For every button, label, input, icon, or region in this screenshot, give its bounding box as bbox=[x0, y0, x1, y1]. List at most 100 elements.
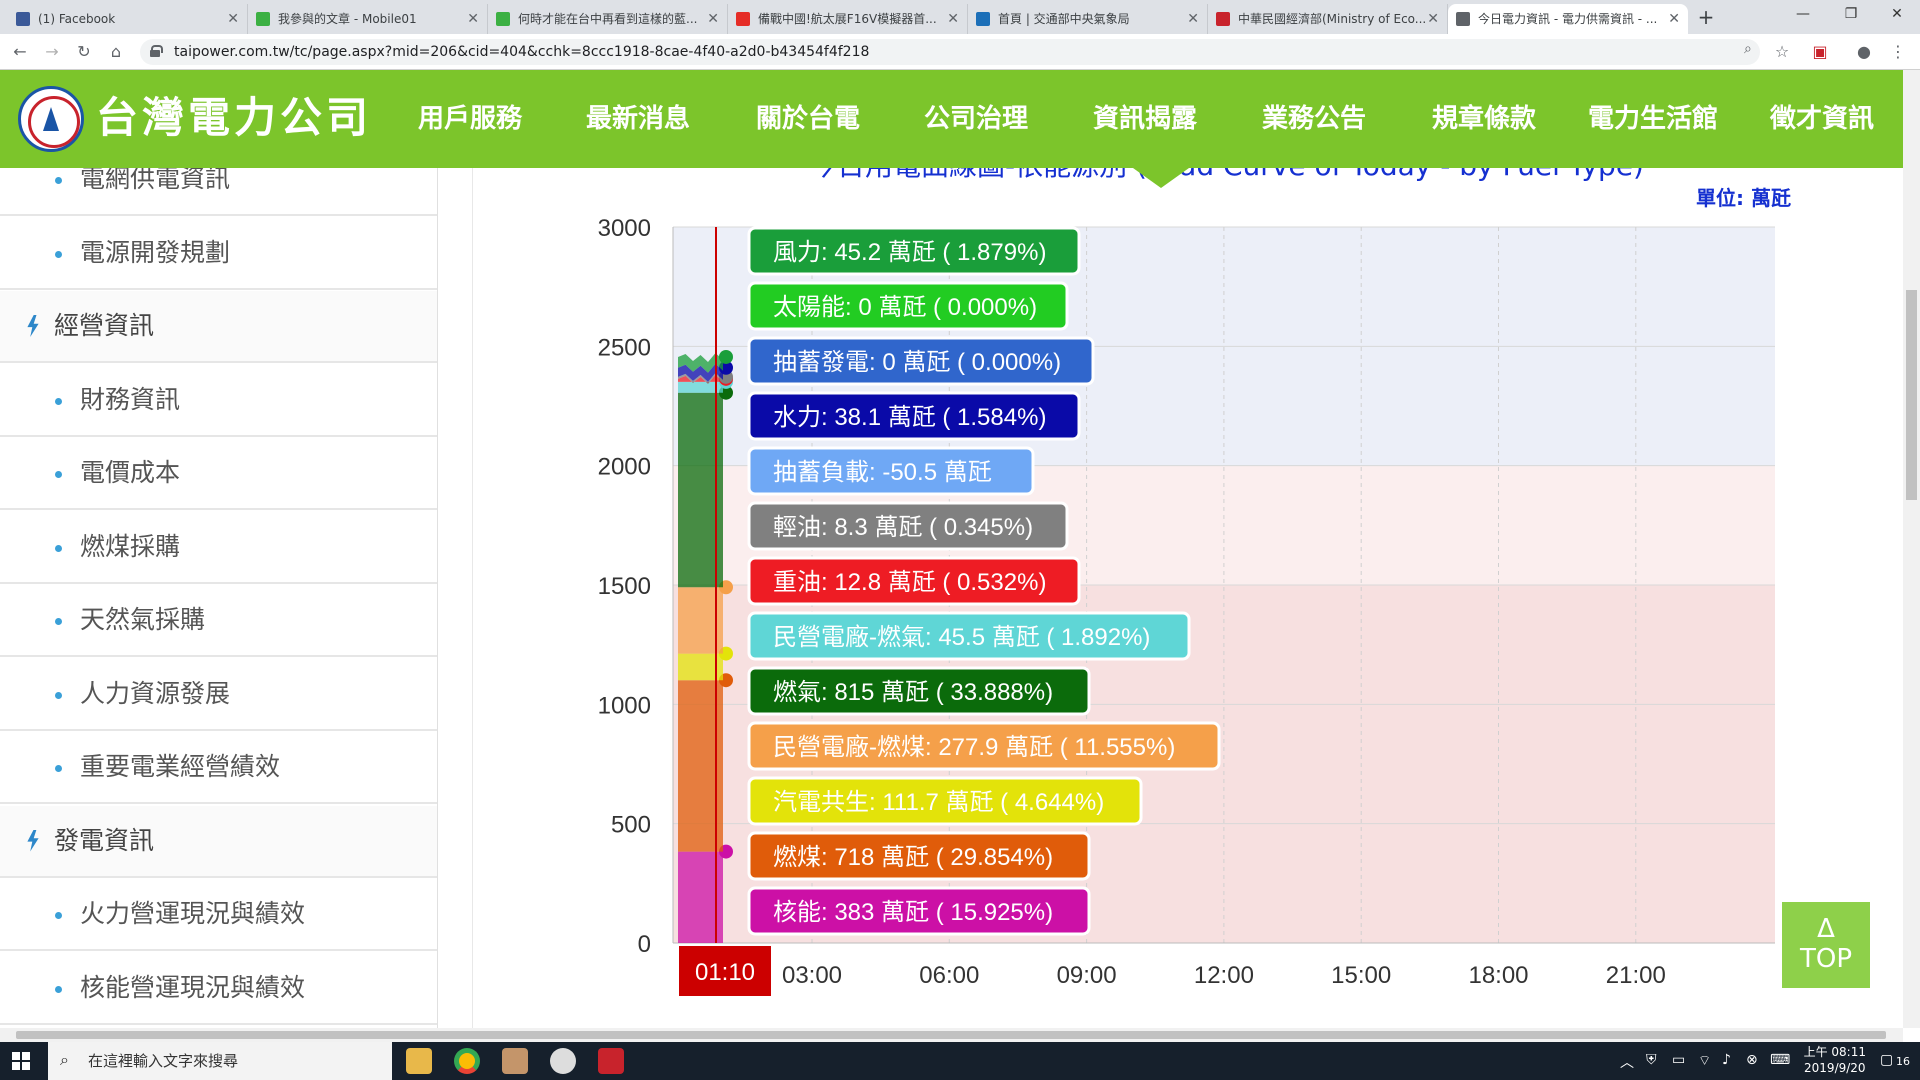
chrome-icon[interactable] bbox=[454, 1048, 480, 1074]
nav-item[interactable]: 關於台電 bbox=[756, 70, 860, 168]
tray-chevron-icon[interactable]: ︿ bbox=[1620, 1052, 1634, 1072]
nav-item[interactable]: 電力生活館 bbox=[1588, 70, 1718, 168]
favicon-icon bbox=[16, 12, 30, 26]
sidebar-item[interactable]: 天然氣採購 bbox=[0, 585, 437, 657]
tooltip-entry-label: 太陽能: 0 萬瓩 ( 0.000%) bbox=[773, 294, 1037, 321]
tooltip-entry-label: 燃煤: 718 萬瓩 ( 29.854%) bbox=[773, 844, 1053, 871]
back-to-top-button[interactable]: Δ TOP bbox=[1782, 902, 1870, 988]
extension-icon[interactable]: ▣ bbox=[1808, 40, 1832, 64]
lightning-icon bbox=[27, 829, 39, 852]
home-button[interactable]: ⌂ bbox=[104, 40, 128, 64]
nav-item[interactable]: 資訊揭露 bbox=[1093, 70, 1197, 168]
tray-battery-icon[interactable]: ▭ bbox=[1672, 1052, 1685, 1068]
back-button[interactable]: ← bbox=[8, 40, 32, 64]
tray-volume-icon[interactable]: ♪ bbox=[1722, 1052, 1731, 1068]
sidebar-item[interactable]: 燃煤採購 bbox=[0, 512, 437, 584]
favicon-icon bbox=[736, 12, 750, 26]
tab-close-icon[interactable]: ✕ bbox=[227, 4, 239, 34]
restore-button[interactable]: ❐ bbox=[1828, 0, 1874, 30]
browser-tab[interactable]: 首頁 | 交通部中央氣象局 ✕ bbox=[968, 4, 1208, 34]
sidebar-item-label: 發電資訊 bbox=[54, 825, 155, 855]
sidebar-item[interactable]: 電價成本 bbox=[0, 438, 437, 510]
nav-item[interactable]: 規章條款 bbox=[1432, 70, 1536, 168]
x-tick-label: 09:00 bbox=[1057, 962, 1117, 989]
tab-close-icon[interactable]: ✕ bbox=[707, 4, 719, 34]
page-vertical-scroll-thumb[interactable] bbox=[1906, 290, 1917, 500]
load-curve-chart[interactable]: 0 500 1000 1500 2000 2500 3000 03:00 06:00 09:00 1… bbox=[473, 168, 1903, 1028]
sidebar-section-header[interactable]: 經營資訊 bbox=[0, 291, 437, 363]
file-explorer-icon[interactable] bbox=[406, 1048, 432, 1074]
tab-title: 備戰中國!航太展F16V模擬器首... bbox=[758, 12, 937, 26]
browser-tab-bar: (1) Facebook ✕ 我參與的文章 - Mobile01 ✕ 何時才能在台中再看… bbox=[0, 0, 1920, 34]
clock-date: 2019/9/20 bbox=[1804, 1061, 1866, 1075]
nav-item[interactable]: 用戶服務 bbox=[418, 70, 522, 168]
reload-button[interactable]: ↻ bbox=[72, 40, 96, 64]
site-brand[interactable]: 台灣電力公司 bbox=[96, 90, 372, 146]
drive-icon[interactable] bbox=[550, 1048, 576, 1074]
menu-kebab-icon[interactable]: ⋮ bbox=[1886, 40, 1910, 64]
windows-start-icon[interactable] bbox=[12, 1052, 30, 1070]
tab-close-icon[interactable]: ✕ bbox=[1427, 4, 1439, 34]
tab-title: 中華民國經濟部(Ministry of Eco... bbox=[1238, 12, 1427, 26]
browser-tab[interactable]: (1) Facebook ✕ bbox=[8, 4, 248, 34]
zoom-icon[interactable]: ⌕ bbox=[1744, 41, 1752, 57]
sidebar-item-label: 電網供電資訊 bbox=[80, 168, 231, 193]
sidebar-item[interactable]: 火力營運現況與績效 bbox=[0, 879, 437, 951]
browser-tab[interactable]: 我參與的文章 - Mobile01 ✕ bbox=[248, 4, 488, 34]
nav-item[interactable]: 徵才資訊 bbox=[1770, 70, 1874, 168]
new-tab-button[interactable]: + bbox=[1692, 4, 1720, 32]
taskbar-search-box[interactable]: ⌕ 在這裡輸入文字來搜尋 bbox=[48, 1042, 392, 1080]
tooltip-entry-label: 風力: 45.2 萬瓩 ( 1.879%) bbox=[773, 239, 1046, 266]
clock-time: 上午 08:11 bbox=[1803, 1045, 1866, 1059]
favicon-icon bbox=[1216, 12, 1230, 26]
x-tick-label: 21:00 bbox=[1606, 962, 1666, 989]
sidebar-item[interactable]: 財務資訊 bbox=[0, 365, 437, 437]
app-icon[interactable] bbox=[502, 1048, 528, 1074]
tab-close-icon[interactable]: ✕ bbox=[1187, 4, 1199, 34]
notification-count: 16 bbox=[1896, 1055, 1910, 1068]
browser-tab[interactable]: 中華民國經濟部(Ministry of Eco... ✕ bbox=[1208, 4, 1448, 34]
nav-item[interactable]: 最新消息 bbox=[586, 70, 690, 168]
url-text: taipower.com.tw/tc/page.aspx?mid=206&cid… bbox=[174, 44, 870, 60]
sidebar: 電網供電資訊電源開發規劃 經營資訊 財務資訊 電價成本 燃煤採購 天然氣採購 人力資源發展重… bbox=[0, 168, 438, 1028]
app-red-icon[interactable] bbox=[598, 1048, 624, 1074]
browser-tab[interactable]: 何時才能在台中再看到這樣的藍... ✕ bbox=[488, 4, 728, 34]
minimize-button[interactable]: — bbox=[1780, 0, 1826, 30]
tab-close-icon[interactable]: ✕ bbox=[1668, 4, 1680, 34]
forward-button[interactable]: → bbox=[40, 40, 64, 64]
nav-item[interactable]: 公司治理 bbox=[924, 70, 1028, 168]
url-field[interactable]: taipower.com.tw/tc/page.aspx?mid=206&cid… bbox=[140, 39, 1760, 65]
lightning-icon bbox=[27, 315, 39, 337]
tray-network-icon[interactable]: ⌔ bbox=[1698, 1052, 1711, 1070]
sidebar-item[interactable]: 重要電業經營績效 bbox=[0, 732, 437, 804]
tray-close-circle-icon[interactable]: ⊗ bbox=[1746, 1052, 1758, 1068]
tab-close-icon[interactable]: ✕ bbox=[467, 4, 479, 34]
browser-tab[interactable]: 今日電力資訊 - 電力供需資訊 - ... ✕ bbox=[1448, 4, 1688, 34]
taskbar-clock[interactable]: 上午 08:11 2019/9/20 bbox=[1804, 1044, 1866, 1076]
nav-item[interactable]: 業務公告 bbox=[1262, 70, 1366, 168]
sidebar-section-header[interactable]: 發電資訊 bbox=[0, 805, 437, 878]
x-tick-label: 06:00 bbox=[919, 962, 979, 989]
sidebar-item[interactable]: 人力資源發展 bbox=[0, 659, 437, 731]
x-tick-label: 15:00 bbox=[1331, 962, 1391, 989]
tray-keyboard-icon[interactable]: ⌨ bbox=[1770, 1052, 1790, 1068]
sidebar-item[interactable]: 核能營運現況與績效 bbox=[0, 953, 437, 1025]
taipower-logo[interactable] bbox=[18, 86, 84, 152]
profile-avatar-icon[interactable]: ● bbox=[1852, 40, 1876, 64]
sidebar-item-label: 火力營運現況與績效 bbox=[80, 899, 306, 928]
page-horizontal-scroll-thumb[interactable] bbox=[16, 1031, 1886, 1039]
bookmark-star-icon[interactable]: ☆ bbox=[1770, 40, 1794, 64]
taskbar-search-placeholder: 在這裡輸入文字來搜尋 bbox=[88, 1052, 239, 1070]
y-tick-label: 500 bbox=[611, 812, 651, 839]
tray-security-icon[interactable]: ⛨ bbox=[1646, 1052, 1657, 1068]
bullet-icon bbox=[55, 544, 62, 552]
sidebar-item[interactable]: 電源開發規劃 bbox=[0, 218, 437, 290]
tab-close-icon[interactable]: ✕ bbox=[947, 4, 959, 34]
page-vertical-scrollbar[interactable] bbox=[1903, 70, 1920, 1028]
notification-icon[interactable]: ▢ bbox=[1880, 1052, 1893, 1068]
browser-tab[interactable]: 備戰中國!航太展F16V模擬器首... ✕ bbox=[728, 4, 968, 34]
sidebar-item[interactable]: 電網供電資訊 bbox=[0, 168, 437, 216]
favicon-icon bbox=[256, 12, 270, 26]
tooltip-entry-label: 燃氣: 815 萬瓩 ( 33.888%) bbox=[773, 679, 1053, 706]
close-window-button[interactable]: ✕ bbox=[1874, 0, 1920, 30]
